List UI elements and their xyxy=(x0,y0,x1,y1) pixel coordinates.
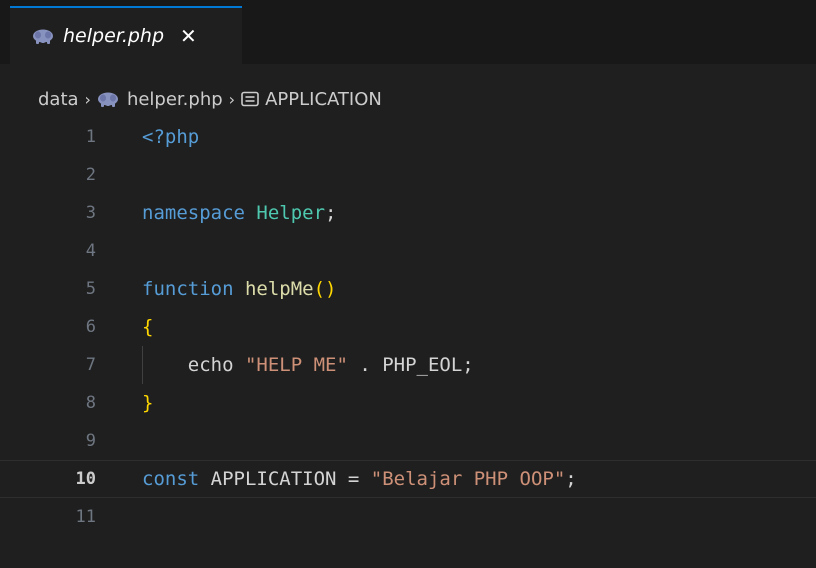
line-number: 3 xyxy=(0,203,96,223)
code-token: helpMe xyxy=(244,278,314,300)
breadcrumb-file[interactable]: helper.php xyxy=(127,89,223,110)
line-number-text: 6 xyxy=(85,317,96,337)
chevron-right-icon: › xyxy=(228,89,236,109)
code-text: { xyxy=(142,316,153,338)
code-line[interactable]: 1 <?php xyxy=(0,118,816,156)
line-number: 8 xyxy=(0,393,96,413)
line-number: 9 xyxy=(0,431,96,451)
php-elephant-icon xyxy=(32,28,54,44)
code-line[interactable]: 9 xyxy=(0,422,816,460)
line-number-text: 10 xyxy=(75,469,96,489)
code-token: ; xyxy=(565,468,577,490)
code-token: { xyxy=(142,316,154,338)
code-line[interactable]: 11 xyxy=(0,498,816,536)
tab-label: helper.php xyxy=(63,25,165,47)
breadcrumb: data › helper.php › APPLICATION xyxy=(38,84,382,114)
line-number-text: 5 xyxy=(85,279,96,299)
code-text: const APPLICATION = "Belajar PHP OOP"; xyxy=(142,468,577,490)
line-number-text: 8 xyxy=(85,393,96,413)
line-number: 10 xyxy=(0,469,96,489)
code-line[interactable]: 4 xyxy=(0,232,816,270)
code-token: namespace xyxy=(142,202,245,224)
code-token: APPLICATION = xyxy=(199,468,371,490)
code-text: namespace Helper; xyxy=(142,202,337,224)
line-number: 6 xyxy=(0,317,96,337)
code-line[interactable]: 10 const APPLICATION = "Belajar PHP OOP"; xyxy=(0,460,816,498)
code-line[interactable]: 7 echo "HELP ME" . PHP_EOL; xyxy=(0,346,816,384)
code-token: . PHP_EOL; xyxy=(347,354,474,376)
line-number: 2 xyxy=(0,165,96,185)
constant-symbol-icon xyxy=(241,91,259,107)
line-number-text: 9 xyxy=(85,431,96,451)
breadcrumb-folder[interactable]: data xyxy=(38,89,79,110)
code-line[interactable]: 2 xyxy=(0,156,816,194)
line-number: 7 xyxy=(0,355,96,375)
line-number: 1 xyxy=(0,127,96,147)
code-text: function helpMe() xyxy=(142,278,337,300)
code-area[interactable]: 1 <?php 2 3 namespace Helper; 4 5 function help… xyxy=(0,118,816,536)
code-text: echo "HELP ME" . PHP_EOL; xyxy=(142,354,474,376)
code-token: ; xyxy=(325,202,337,224)
line-number-text: 3 xyxy=(85,203,96,223)
code-token: echo xyxy=(142,354,245,376)
code-token: () xyxy=(313,278,337,300)
code-token: const xyxy=(142,468,200,490)
chevron-right-icon: › xyxy=(84,89,91,109)
code-line[interactable]: 3 namespace Helper; xyxy=(0,194,816,232)
code-token: Helper xyxy=(256,202,326,224)
code-token: function xyxy=(142,278,234,300)
php-elephant-icon xyxy=(97,91,119,107)
tab-helper-php[interactable]: helper.php ✕ xyxy=(10,6,242,64)
code-token: } xyxy=(142,392,154,414)
close-icon[interactable]: ✕ xyxy=(180,26,197,46)
line-number: 4 xyxy=(0,241,96,261)
line-number: 5 xyxy=(0,279,96,299)
tab-bar: helper.php ✕ xyxy=(0,0,816,64)
code-line[interactable]: 8} xyxy=(0,384,816,422)
line-number-text: 1 xyxy=(85,127,96,147)
code-token: "HELP ME" xyxy=(244,354,348,376)
code-token: "Belajar PHP OOP" xyxy=(370,468,566,490)
line-number-text: 4 xyxy=(85,241,96,261)
line-number: 11 xyxy=(0,507,96,527)
breadcrumb-symbol[interactable]: APPLICATION xyxy=(265,89,382,110)
line-number-text: 11 xyxy=(75,507,96,527)
line-number-text: 2 xyxy=(85,165,96,185)
code-text: } xyxy=(142,392,153,414)
code-editor: helper.php ✕ data › helper.php › APPLICA… xyxy=(0,0,816,568)
code-token: <?php xyxy=(142,126,200,148)
code-text: <?php xyxy=(142,126,199,148)
code-line[interactable]: 5 function helpMe() xyxy=(0,270,816,308)
code-line[interactable]: 6{ xyxy=(0,308,816,346)
line-number-text: 7 xyxy=(85,355,96,375)
